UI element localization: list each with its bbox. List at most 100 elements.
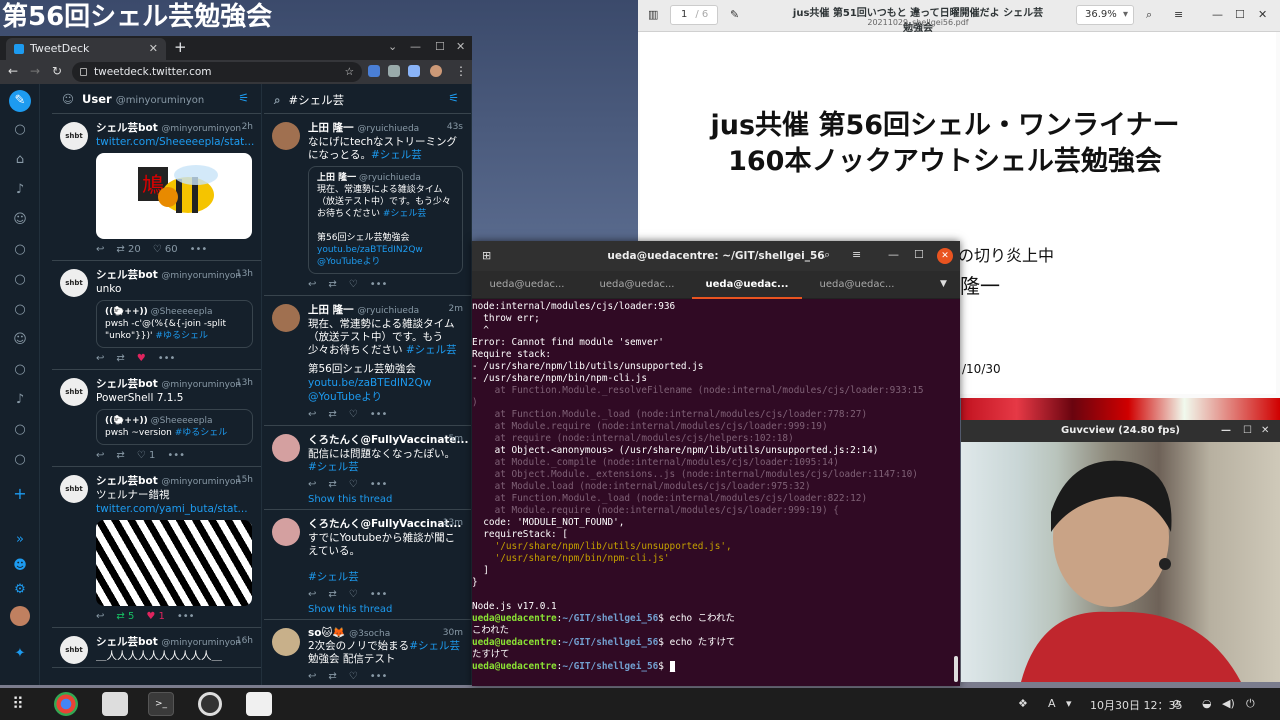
expand-icon[interactable]: » [12, 532, 28, 548]
tweet[interactable]: 上田 隆一 @ryuichiueda 2m 現在、常連勢による雑談タイム（放送テ… [264, 296, 471, 426]
terminal-tab[interactable]: ueda@uedac... [802, 271, 912, 299]
tweet-handle[interactable]: @minyoruminyon [161, 638, 241, 648]
twitter-bird-icon[interactable]: ✦ [12, 646, 28, 662]
reply-icon[interactable]: ↩ [308, 279, 316, 291]
quote-hashtag[interactable]: #ゆるシェル [175, 428, 228, 438]
tweet-handle[interactable]: @minyoruminyon [161, 124, 241, 134]
profile-avatar[interactable] [430, 65, 442, 77]
quote-link-2[interactable]: @YouTubeより [317, 257, 380, 267]
avatar[interactable]: shbt [60, 636, 88, 664]
tweet-author[interactable]: so🐱🦊 [308, 627, 345, 639]
tweet-link[interactable]: twitter.com/yami_buta/stat... [96, 503, 253, 516]
like-icon[interactable]: ♡ 60 [153, 244, 178, 256]
terminal-tab[interactable]: ueda@uedac... [582, 271, 692, 299]
quoted-tweet[interactable]: 上田 隆一 @ryuichiueda 現在、常連勢による雑談タイム（放送テスト中… [308, 166, 463, 274]
minimize-icon[interactable]: — [1212, 8, 1223, 21]
webcam-app-icon[interactable] [198, 692, 222, 716]
more-icon[interactable]: ••• [370, 279, 388, 291]
tweet[interactable]: くろたんく@FullyVaccinat... 13m すでにYoutubeから雑… [264, 510, 471, 620]
accounts-icon[interactable]: ☻ [12, 558, 28, 574]
extension-icon[interactable] [368, 65, 380, 77]
address-bar[interactable]: tweetdeck.twitter.com ☆ [72, 62, 362, 82]
back-icon[interactable]: ← [8, 64, 18, 78]
add-column-icon[interactable]: + [12, 486, 28, 502]
avatar[interactable] [272, 304, 300, 332]
tweet[interactable]: くろたんく@FullyVaccinate... 5m 配信には問題なくなったぽい… [264, 426, 471, 510]
tweet-author[interactable]: シェル芸bot [96, 122, 158, 134]
retweet-icon[interactable]: ⇄ 20 [116, 244, 140, 256]
menu-kebab-icon[interactable]: ⋮ [455, 64, 467, 78]
search-column-icon-4[interactable]: ○ [12, 362, 28, 378]
hamburger-menu-icon[interactable]: ≡ [1174, 8, 1183, 21]
search-column-icon-3[interactable]: ○ [12, 302, 28, 318]
tweet[interactable]: shbt シェル芸bot @minyoruminyon 13h PowerShe… [52, 370, 261, 467]
search-column-icon-2[interactable]: ○ [12, 272, 28, 288]
more-icon[interactable]: ••• [177, 611, 195, 623]
search-icon[interactable]: ⌕ [1146, 8, 1152, 22]
maximize-icon[interactable]: ☐ [914, 248, 924, 261]
minimize-icon[interactable]: — [410, 40, 421, 53]
tweet-author[interactable]: くろたんく@FullyVaccinate... [308, 434, 469, 446]
files-folder-icon[interactable] [102, 692, 128, 716]
search-column-icon[interactable]: ○ [12, 242, 28, 258]
tweet[interactable]: shbt シェル芸bot @minyoruminyon 2h twitter.c… [52, 114, 261, 261]
extension-icon-2[interactable] [388, 65, 400, 77]
tweet-hashtag[interactable]: #シェル芸 [406, 344, 457, 356]
terminal-output[interactable]: node:internal/modules/cjs/loader:936 thr… [472, 299, 960, 684]
tweet-handle[interactable]: @ryuichiueda [357, 306, 419, 316]
retweet-icon[interactable]: ⇄ [328, 279, 336, 291]
avatar[interactable]: shbt [60, 378, 88, 406]
retweet-icon[interactable]: ⇄ [116, 450, 124, 462]
tweet[interactable]: shbt シェル芸bot @minyoruminyon 13h unko ((🐑… [52, 261, 261, 370]
notifications-icon[interactable]: ♪ [12, 182, 28, 198]
settings-gear-icon[interactable]: ⚙ [12, 582, 28, 598]
search-column-icon-5[interactable]: ○ [12, 422, 28, 438]
app-grid-icon[interactable]: ⠿ [12, 694, 24, 713]
quote-hashtag[interactable]: #シェル芸 [383, 209, 427, 219]
tweet-handle[interactable]: @minyoruminyon [161, 271, 241, 281]
close-icon[interactable]: ✕ [937, 248, 953, 264]
browser-tab[interactable]: TweetDeck ✕ [6, 38, 166, 60]
tweet-link-2[interactable]: @YouTubeより [308, 391, 463, 404]
like-icon[interactable]: ♡ [349, 671, 358, 683]
reply-icon[interactable]: ↩ [96, 450, 104, 462]
like-icon[interactable]: ♡ 1 [137, 450, 156, 462]
minimize-icon[interactable]: — [888, 248, 899, 261]
clock[interactable]: 10月30日 12：35 [1090, 697, 1183, 713]
page-number-field[interactable]: 1 / 6 [670, 5, 718, 25]
retweet-icon[interactable]: ⇄ 5 [116, 611, 134, 623]
forward-icon[interactable]: → [30, 64, 40, 78]
maximize-icon[interactable]: ☐ [1235, 8, 1245, 21]
reload-icon[interactable]: ↻ [52, 64, 62, 78]
like-icon[interactable]: ♡ [349, 479, 358, 491]
avatar[interactable] [272, 518, 300, 546]
account-avatar[interactable] [10, 606, 30, 626]
tab-search-icon[interactable]: ⌄ [388, 40, 397, 53]
wifi-icon[interactable]: ◒ [1202, 697, 1212, 710]
user-icon[interactable]: ☺ [12, 212, 28, 228]
chrome-icon[interactable] [54, 692, 78, 716]
maximize-icon[interactable]: ☐ [435, 40, 445, 53]
reply-icon[interactable]: ↩ [308, 671, 316, 683]
tweet-hashtag[interactable]: #シェル芸 [409, 640, 460, 652]
reply-icon[interactable]: ↩ [308, 409, 316, 421]
reply-icon[interactable]: ↩ [96, 244, 104, 256]
power-icon[interactable]: ⏻ [1246, 697, 1255, 711]
quote-link[interactable]: youtu.be/zaBTEdIN2Qw [317, 245, 423, 255]
retweet-icon[interactable]: ⇄ [116, 353, 124, 365]
like-icon[interactable]: ♡ [349, 279, 358, 291]
tab-list-chevron-icon[interactable]: ▼ [940, 279, 947, 289]
maximize-icon[interactable]: ☐ [1243, 420, 1252, 442]
search-icon[interactable]: ○ [12, 122, 28, 138]
like-icon[interactable]: ♡ [349, 589, 358, 601]
reply-icon[interactable]: ↩ [96, 611, 104, 623]
user-column-icon[interactable]: ☺ [12, 332, 28, 348]
reply-icon[interactable]: ↩ [308, 479, 316, 491]
ime-indicator[interactable]: A [1048, 697, 1056, 710]
compose-tweet-icon[interactable]: ✎ [9, 90, 31, 112]
volume-icon[interactable]: ◀) [1222, 697, 1235, 710]
tweet-author[interactable]: くろたんく@FullyVaccinat... [308, 518, 461, 530]
close-window-icon[interactable]: ✕ [456, 40, 465, 53]
tweet[interactable]: shbt シェル芸bot @minyoruminyon 15h ツェルナー錯視 … [52, 467, 261, 628]
retweet-icon[interactable]: ⇄ [328, 589, 336, 601]
